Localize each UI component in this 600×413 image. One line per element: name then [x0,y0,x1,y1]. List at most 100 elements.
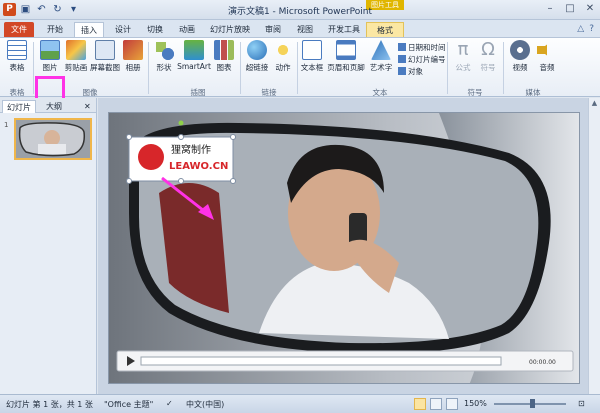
group-separator [447,42,448,94]
vertical-scrollbar[interactable]: ▲ [588,98,600,394]
tab-review[interactable]: 审阅 [258,22,288,37]
tab-developer[interactable]: 开发工具 [324,22,364,37]
fit-to-window-icon[interactable]: ⊡ [578,399,585,408]
mirror-photo: 狸窝制作 LEAWO.CN 00:00.00 [109,113,579,383]
zoom-slider-thumb[interactable] [530,399,535,408]
header-footer-label: 页眉和页脚 [327,63,365,72]
equation-button[interactable]: π 公式 [452,40,474,73]
group-label-tables: 表格 [9,88,25,97]
symbol-label: 符号 [480,63,496,72]
header-footer-button[interactable]: 页眉和页脚 [326,40,366,73]
reading-view-button[interactable] [446,398,458,410]
window-title: 演示文稿1 - Microsoft PowerPoint [227,7,373,17]
group-separator [503,42,504,94]
group-label-illustrations: 插图 [190,88,206,97]
screenshot-label: 屏幕截图 [90,63,120,72]
help-icon[interactable]: ? [589,24,594,34]
globe-icon [247,40,267,60]
omega-icon: Ω [481,39,495,60]
album-button[interactable]: 相册 [121,40,145,73]
slide-number-label: 幻灯片编号 [408,55,446,64]
scroll-up-icon[interactable]: ▲ [589,98,600,109]
datetime-label: 日期和时间 [408,43,446,52]
video-button[interactable]: 视频 [507,40,533,73]
group-label-links: 链接 [261,88,277,97]
tab-outline[interactable]: 大纲 [42,100,66,113]
tab-format[interactable]: 格式 [366,22,404,37]
slide-number-button[interactable]: 幻灯片编号 [398,54,446,65]
group-separator [148,42,149,94]
audio-label: 音频 [539,63,555,72]
panel-tabs: 幻灯片 大纲 ✕ [0,98,96,113]
tab-file[interactable]: 文件 [4,22,34,37]
tab-insert[interactable]: 插入 [74,22,104,37]
symbol-button[interactable]: Ω 符号 [477,40,499,73]
picture-button[interactable]: 图片 [37,40,63,73]
slide-sorter-button[interactable] [430,398,442,410]
audio-button[interactable]: 音频 [535,40,559,73]
smartart-button[interactable]: SmartArt [176,40,212,71]
hyperlink-button[interactable]: 超链接 [243,40,271,73]
datetime-button[interactable]: 日期和时间 [398,42,446,53]
photo-album-icon [123,40,143,60]
status-bar: 幻灯片 第 1 张，共 1 张 "Office 主题" ✓ 中文(中国) 150… [0,394,600,413]
object-button[interactable]: 对象 [398,66,423,77]
window-controls: – □ ✕ [544,3,596,15]
clipart-button[interactable]: 剪贴画 [64,40,88,73]
zoom-level[interactable]: 150% [464,399,487,408]
calendar-icon [398,43,406,51]
clipart-label: 剪贴画 [64,63,88,72]
slide-editor: 狸窝制作 LEAWO.CN 00:00.00 ▲ [98,98,600,394]
action-button[interactable]: 动作 [272,40,294,73]
video-label: 视频 [512,63,528,72]
hyperlink-label: 超链接 [245,63,269,72]
group-separator [240,42,241,94]
header-footer-icon [336,40,356,60]
group-label-text: 文本 [372,88,388,97]
speaker-icon [537,40,553,60]
clipart-icon [66,40,86,60]
chart-label: 图表 [216,63,232,72]
ribbon-tab-bar: 文件 开始 插入 设计 切换 动画 幻灯片放映 审阅 视图 开发工具 格式 △ … [0,20,600,37]
normal-view-button[interactable] [414,398,426,410]
wordart-icon [371,40,391,60]
shapes-icon [154,40,174,60]
slides-panel: 幻灯片 大纲 ✕ 1 [0,98,97,394]
textbox-button[interactable]: 文本框 [300,40,324,73]
smartart-icon [184,40,204,60]
close-icon[interactable]: ✕ [584,3,596,15]
object-label: 对象 [408,67,423,76]
close-panel-icon[interactable]: ✕ [80,100,95,113]
object-icon [398,67,406,75]
spellcheck-icon[interactable]: ✓ [166,399,173,408]
language-indicator[interactable]: 中文(中国) [186,399,224,410]
table-button[interactable]: 表格 [4,40,30,73]
shapes-button[interactable]: 形状 [152,40,176,73]
logo-chinese-text: 狸窝制作 [171,143,211,156]
table-icon [7,40,27,60]
group-label-symbols: 符号 [467,88,483,97]
help-area: △ ? [577,24,594,34]
chart-button[interactable]: 图表 [212,40,236,73]
screenshot-button[interactable]: 屏幕截图 [88,40,122,73]
tab-slideshow[interactable]: 幻灯片放映 [204,22,256,37]
slide-thumbnail[interactable] [14,118,92,160]
action-star-icon [273,40,293,60]
tab-view[interactable]: 视图 [290,22,320,37]
maximize-icon[interactable]: □ [564,3,576,15]
tab-home[interactable]: 开始 [40,22,70,37]
group-separator [297,42,298,94]
group-label-images: 图像 [82,88,98,97]
tab-design[interactable]: 设计 [108,22,138,37]
minimize-icon[interactable]: – [544,3,556,15]
tab-animations[interactable]: 动画 [172,22,202,37]
slide-number: 1 [4,121,9,129]
tab-transitions[interactable]: 切换 [140,22,170,37]
tab-slides[interactable]: 幻灯片 [2,100,36,113]
wordart-label: 艺术字 [369,63,393,72]
slide-canvas[interactable]: 狸窝制作 LEAWO.CN 00:00.00 [108,112,580,384]
collapse-ribbon-icon[interactable]: △ [577,24,584,34]
video-timer: 00:00.00 [529,359,556,366]
wordart-button[interactable]: 艺术字 [367,40,395,73]
picture-icon [40,40,60,60]
